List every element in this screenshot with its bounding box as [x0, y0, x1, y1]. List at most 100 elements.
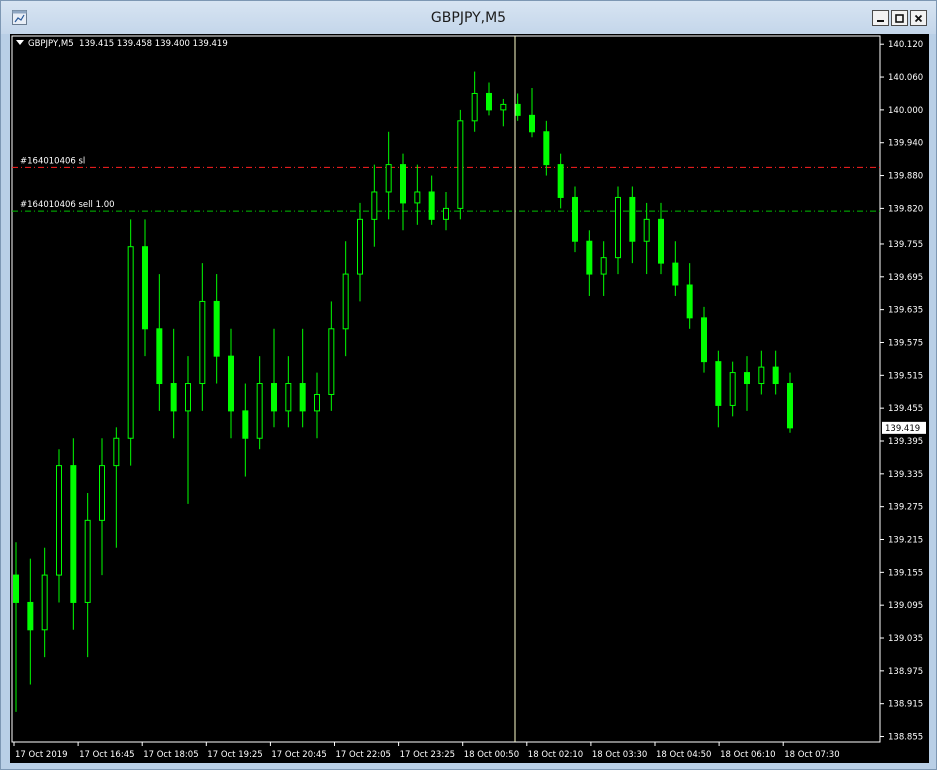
y-tick-label: 139.155	[888, 568, 923, 578]
y-tick-label: 138.915	[888, 700, 923, 710]
y-tick-label: 139.215	[888, 536, 923, 546]
x-tick-label: 18 Oct 03:30	[592, 750, 647, 760]
candle-body	[113, 437, 120, 467]
candle-body	[729, 372, 736, 406]
candle-body	[199, 300, 206, 385]
price-chart[interactable]: 140.120 140.060 140.000 139.940 139.880 139.8…	[10, 34, 929, 763]
y-tick-label: 139.335	[888, 470, 923, 480]
x-tick-label: 17 Oct 18:05	[143, 750, 198, 760]
x-tick-label: 17 Oct 20:45	[271, 750, 326, 760]
trade-line-label: #164010406 sell 1.00	[20, 200, 115, 210]
candle-body	[213, 300, 220, 357]
candle-body	[185, 383, 191, 412]
close-button[interactable]	[910, 10, 927, 26]
x-tick-label: 18 Oct 07:30	[784, 750, 839, 760]
candle-body	[643, 218, 650, 242]
x-tick-label: 17 Oct 16:45	[79, 750, 134, 760]
candle-body	[13, 574, 19, 603]
candle-body	[271, 383, 277, 412]
chart-menu-triangle-icon[interactable]	[16, 40, 24, 45]
maximize-icon	[895, 13, 904, 23]
candle-body	[600, 257, 607, 275]
plot-frame	[11, 35, 881, 743]
candle-body	[127, 246, 134, 439]
candle-body	[758, 366, 765, 385]
y-tick-label: 138.975	[888, 667, 923, 677]
candle-body	[256, 383, 263, 439]
candle-body	[486, 92, 492, 111]
y-tick-label: 139.635	[888, 306, 923, 316]
candle-body	[629, 196, 636, 242]
candle-body	[299, 383, 306, 412]
y-tick-label: 140.000	[888, 106, 923, 116]
candle-body	[787, 383, 793, 429]
candle-body	[27, 601, 34, 631]
candle-body	[242, 410, 249, 439]
candle-body	[543, 131, 550, 166]
candle-body	[557, 164, 564, 198]
terminal-window: GBPJPY,M5 140.120 140.060 140.000 139.940 13…	[0, 0, 937, 770]
window-title: GBPJPY,M5	[430, 10, 507, 26]
candle-body	[529, 114, 535, 133]
y-tick-label: 139.755	[888, 240, 923, 250]
x-tick-label: 18 Oct 04:50	[656, 750, 711, 760]
y-tick-label: 139.395	[888, 437, 923, 447]
candle-body	[371, 191, 378, 220]
x-tick-label: 18 Oct 06:10	[720, 750, 775, 760]
minimize-button[interactable]	[872, 10, 889, 26]
candle-body	[686, 284, 693, 319]
x-tick-label: 18 Oct 00:50	[464, 750, 519, 760]
candle-body	[285, 383, 292, 412]
y-tick-label: 139.575	[888, 338, 923, 348]
chart-canvas[interactable]: 140.120 140.060 140.000 139.940 139.880 139.8…	[10, 34, 929, 763]
candle-body	[414, 191, 421, 204]
candle-body	[514, 103, 521, 116]
candle-body	[615, 196, 621, 259]
candle-body	[744, 372, 750, 385]
candle-body	[772, 366, 779, 385]
title-bar[interactable]: GBPJPY,M5	[1, 1, 936, 34]
y-tick-label: 139.820	[888, 204, 923, 214]
chart-ohlc: 139.415 139.458 139.400 139.419	[79, 39, 228, 49]
maximize-button[interactable]	[891, 10, 908, 26]
candle-body	[228, 355, 234, 412]
x-tick-label: 17 Oct 19:25	[207, 750, 262, 760]
candle-body	[500, 103, 507, 111]
x-tick-label: 17 Oct 2019	[15, 750, 68, 760]
y-tick-label: 139.880	[888, 172, 923, 182]
candle-body	[572, 196, 578, 242]
candle-body	[170, 383, 177, 412]
chart-symbol: GBPJPY,M5	[28, 39, 74, 49]
close-icon	[914, 14, 923, 22]
candle-body	[99, 465, 105, 521]
candle-body	[41, 574, 48, 631]
candle-body	[586, 240, 593, 275]
candle-body	[428, 191, 435, 220]
candle-body	[156, 328, 163, 385]
candle-body	[457, 120, 464, 209]
candle-body	[658, 218, 664, 264]
current-price-label: 139.419	[885, 424, 920, 434]
minimize-icon	[877, 19, 884, 22]
candle-body	[84, 519, 91, 603]
x-tick-label: 17 Oct 23:25	[400, 750, 455, 760]
candle-body	[715, 361, 722, 406]
x-tick-label: 17 Oct 22:05	[336, 750, 391, 760]
candle-body	[142, 246, 148, 330]
y-tick-label: 140.060	[888, 73, 923, 83]
candle-body	[471, 92, 478, 122]
candle-body	[385, 164, 392, 193]
candle-body	[672, 262, 679, 286]
y-tick-label: 140.120	[888, 40, 923, 50]
candle-body	[357, 218, 363, 275]
y-tick-label: 139.035	[888, 634, 923, 644]
y-tick-label: 139.940	[888, 139, 923, 149]
chart-header: GBPJPY,M5 139.415 139.458 139.400 139.41…	[16, 39, 228, 49]
candle-body	[342, 273, 349, 330]
y-tick-label: 139.275	[888, 503, 923, 513]
candle-body	[314, 393, 320, 412]
y-tick-label: 138.855	[888, 733, 923, 743]
candle-body	[56, 465, 62, 576]
candle-body	[328, 328, 335, 395]
y-tick-label: 139.095	[888, 601, 923, 611]
